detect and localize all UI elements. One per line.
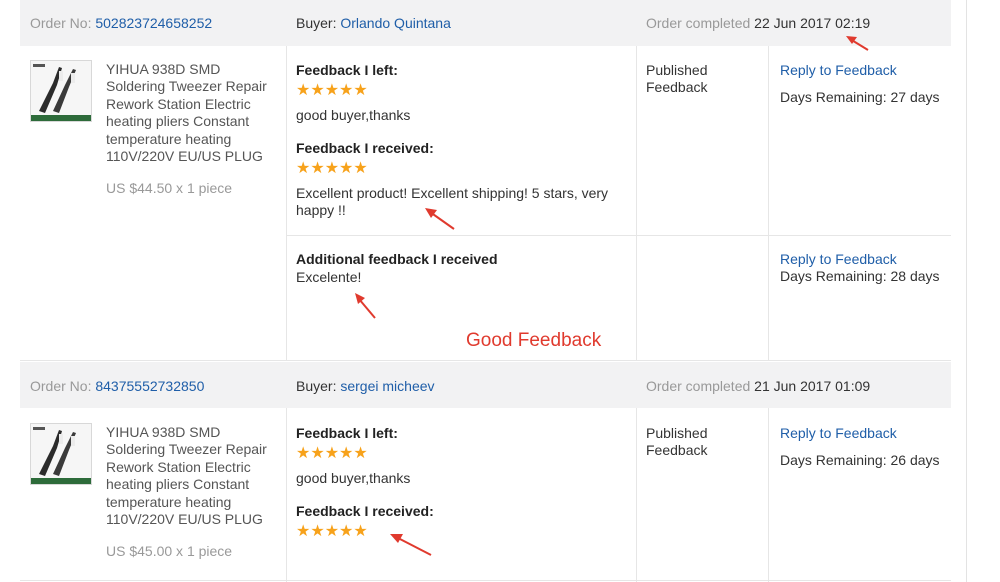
order-completed-label: Order completed: [646, 378, 751, 394]
additional-feedback-title: Additional feedback I received: [296, 251, 498, 267]
order-no-link[interactable]: 502823724658252: [95, 15, 212, 31]
star-icon: ★: [296, 523, 311, 540]
page-right-border: [966, 0, 967, 582]
star-icon: ★: [296, 82, 311, 99]
feedback-received-text: Excellent product! Excellent shipping! 5…: [296, 185, 609, 218]
soldering-tweezer-image: [31, 61, 91, 121]
arrow-icon: [355, 293, 376, 319]
product-title[interactable]: YIHUA 938D SMD Soldering Tweezer Repair …: [106, 61, 278, 165]
star-icon: ★: [353, 82, 368, 99]
additional-feedback-text: Excelente!: [296, 269, 362, 285]
buyer: Buyer: sergei micheev: [296, 378, 435, 394]
feedback-received-title: Feedback I received:: [296, 140, 434, 156]
star-icon: ★: [310, 160, 325, 177]
buyer-link[interactable]: sergei micheev: [340, 378, 434, 394]
star-icon: ★: [339, 82, 354, 99]
feedback-status: Published Feedback: [646, 425, 708, 458]
product-thumbnail[interactable]: [30, 423, 92, 485]
star-icon: ★: [339, 445, 354, 462]
star-icon: ★: [353, 445, 368, 462]
star-icon: ★: [353, 523, 368, 540]
order-no: Order No: 84375552732850: [30, 378, 204, 394]
additional-days-remaining: Days Remaining: 28 days: [780, 268, 940, 284]
arrow-icon: [390, 534, 432, 556]
soldering-tweezer-image: [31, 424, 91, 484]
buyer-link[interactable]: Orlando Quintana: [340, 15, 451, 31]
order-completed-date: 21 Jun 2017 01:09: [754, 378, 871, 394]
column-divider: [286, 408, 287, 582]
star-icon: ★: [353, 160, 368, 177]
reply-to-feedback-link[interactable]: Reply to Feedback: [780, 425, 897, 441]
star-icon: ★: [310, 523, 325, 540]
feedback-left-title: Feedback I left:: [296, 62, 398, 78]
good-feedback-annotation: Good Feedback: [466, 330, 602, 351]
star-icon: ★: [339, 523, 354, 540]
feedback-left-title: Feedback I left:: [296, 425, 398, 441]
days-remaining: Days Remaining: 27 days: [780, 89, 940, 105]
buyer-label: Buyer:: [296, 378, 337, 394]
order-no-label: Order No:: [30, 15, 92, 31]
column-divider: [768, 46, 769, 361]
column-divider: [768, 408, 769, 582]
feedback-left-text: good buyer,thanks: [296, 470, 411, 486]
star-icon: ★: [324, 160, 340, 177]
feedback-left-text: good buyer,thanks: [296, 107, 411, 123]
feedback-received-stars: ★★★★★: [296, 161, 368, 177]
reply-to-feedback-link[interactable]: Reply to Feedback: [780, 62, 897, 78]
feedback-left-stars: ★★★★★: [296, 83, 368, 99]
feedback-received-stars: ★★★★★: [296, 524, 368, 540]
star-icon: ★: [324, 523, 340, 540]
column-divider: [286, 46, 287, 361]
order-no-label: Order No:: [30, 378, 92, 394]
order-completed: Order completed 21 Jun 2017 01:09: [646, 378, 870, 394]
days-remaining: Days Remaining: 26 days: [780, 452, 940, 468]
star-icon: ★: [296, 160, 311, 177]
product-thumbnail[interactable]: [30, 60, 92, 122]
product-price: US $45.00 x 1 piece: [106, 543, 233, 559]
feedback-left-stars: ★★★★★: [296, 446, 368, 462]
order-no-link[interactable]: 84375552732850: [95, 378, 204, 394]
arrow-icon: [846, 36, 869, 51]
order-completed-date: 22 Jun 2017 02:19: [754, 15, 871, 31]
star-icon: ★: [324, 445, 340, 462]
feedback-received-title: Feedback I received:: [296, 503, 434, 519]
column-divider: [636, 46, 637, 361]
star-icon: ★: [310, 82, 325, 99]
order-completed: Order completed 22 Jun 2017 02:19: [646, 15, 870, 31]
star-icon: ★: [296, 445, 311, 462]
product-title[interactable]: YIHUA 938D SMD Soldering Tweezer Repair …: [106, 424, 278, 528]
additional-reply-to-feedback-link[interactable]: Reply to Feedback: [780, 251, 897, 267]
buyer: Buyer: Orlando Quintana: [296, 15, 451, 31]
product-price: US $44.50 x 1 piece: [106, 180, 233, 196]
feedback-status: Published Feedback: [646, 62, 708, 95]
star-icon: ★: [310, 445, 325, 462]
arrow-icon: [425, 208, 455, 230]
additional-feedback-divider: [286, 235, 951, 236]
order-completed-label: Order completed: [646, 15, 751, 31]
star-icon: ★: [339, 160, 354, 177]
order-no: Order No: 502823724658252: [30, 15, 212, 31]
column-divider: [636, 408, 637, 582]
buyer-label: Buyer:: [296, 15, 337, 31]
star-icon: ★: [324, 82, 340, 99]
